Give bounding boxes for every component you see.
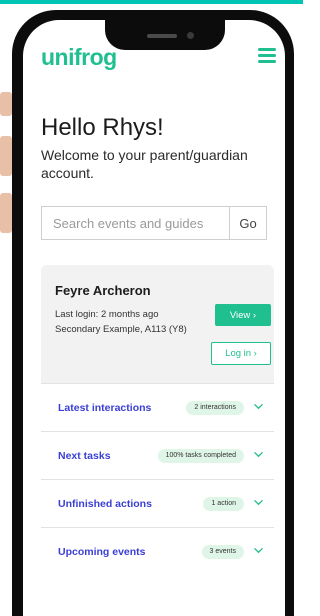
phone-notch	[105, 20, 225, 50]
phone-screen: unifrog Hello Rhys! Welcome to your pare…	[23, 20, 285, 616]
chevron-down-icon[interactable]	[254, 498, 263, 507]
section-latest-interactions[interactable]: Latest interactions 2 interactions	[41, 383, 274, 431]
log-in-button[interactable]: Log in ›	[211, 342, 271, 365]
unifrog-logo[interactable]: unifrog	[41, 44, 117, 71]
section-unfinished-actions[interactable]: Unfinished actions 1 action	[41, 479, 274, 527]
school-text: Secondary Example, A113 (Y8)	[55, 324, 187, 335]
chevron-down-icon[interactable]	[254, 546, 263, 555]
section-label: Latest interactions	[58, 401, 152, 414]
section-label: Unfinished actions	[58, 497, 152, 510]
section-upcoming-events[interactable]: Upcoming events 3 events	[41, 527, 274, 570]
top-accent-stripe	[0, 0, 303, 4]
student-card: Feyre Archeron Last login: 2 months ago …	[41, 265, 274, 570]
search-bar: Go	[41, 206, 267, 240]
section-next-tasks[interactable]: Next tasks 100% tasks completed	[41, 431, 274, 479]
count-badge: 2 interactions	[186, 400, 244, 415]
section-label: Upcoming events	[58, 545, 146, 558]
front-camera	[187, 32, 194, 39]
count-badge: 100% tasks completed	[157, 448, 244, 463]
greeting-heading: Hello Rhys!	[41, 114, 164, 141]
welcome-text: Welcome to your parent/guardian account.	[41, 147, 248, 181]
phone-side-button	[0, 193, 12, 233]
hamburger-menu-icon[interactable]	[258, 48, 276, 63]
last-login-text: Last login: 2 months ago	[55, 309, 159, 320]
search-go-button[interactable]: Go	[229, 207, 266, 239]
chevron-down-icon[interactable]	[254, 402, 263, 411]
phone-side-button	[0, 92, 12, 116]
student-name: Feyre Archeron	[55, 283, 151, 298]
view-button[interactable]: View ›	[215, 304, 271, 326]
count-badge: 1 action	[203, 496, 244, 511]
phone-side-button	[0, 136, 12, 176]
chevron-down-icon[interactable]	[254, 450, 263, 459]
count-badge: 3 events	[201, 544, 244, 559]
section-label: Next tasks	[58, 449, 111, 462]
speaker-grille	[147, 34, 177, 38]
student-profile: Feyre Archeron Last login: 2 months ago …	[41, 265, 274, 380]
search-input[interactable]	[42, 207, 229, 239]
